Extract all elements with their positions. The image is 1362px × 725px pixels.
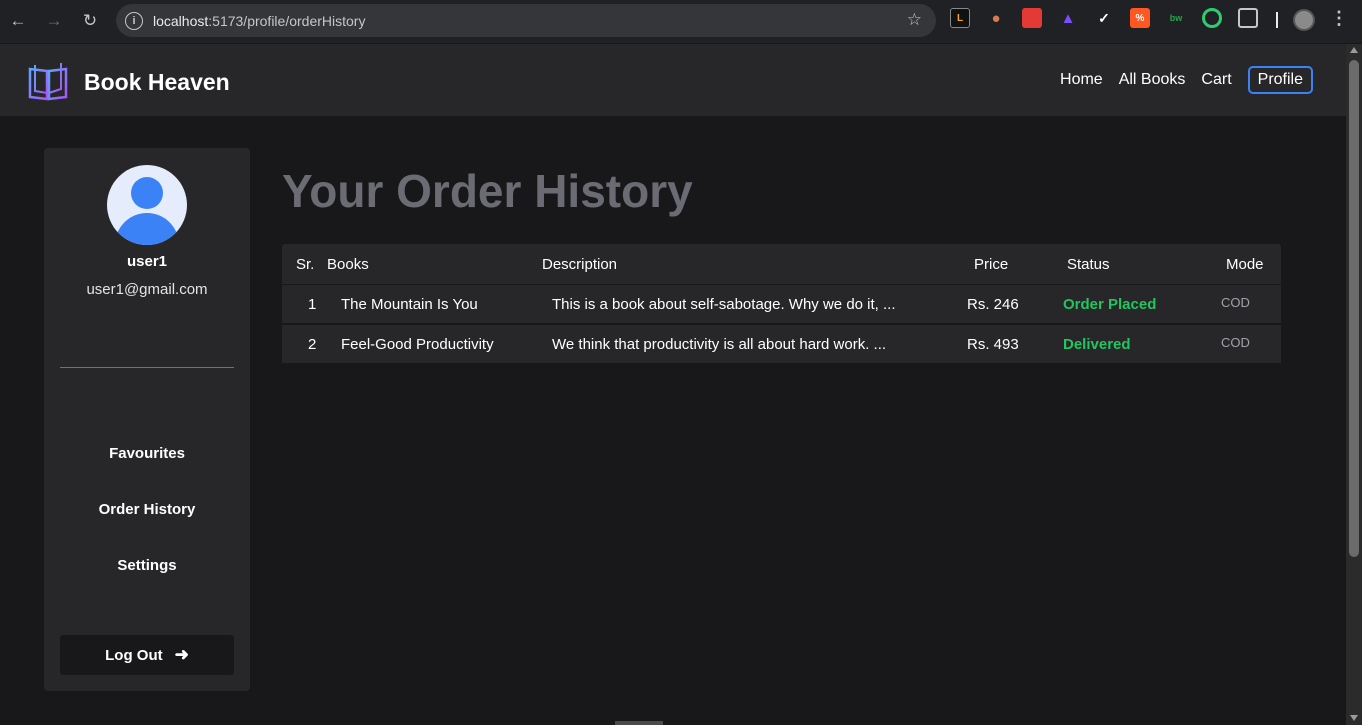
order-mode: COD xyxy=(1221,295,1250,310)
page-scrollbar[interactable] xyxy=(1346,44,1362,725)
app-header: Book Heaven Home All Books Cart Profile xyxy=(0,44,1346,116)
extension-icon[interactable]: % xyxy=(1130,8,1150,28)
column-header-status: Status xyxy=(1067,256,1110,273)
nav-home-link[interactable]: Home xyxy=(1060,71,1103,89)
profile-sidebar: user1 user1@gmail.com Favourites Order H… xyxy=(44,148,250,691)
nav-cart-link[interactable]: Cart xyxy=(1201,71,1231,89)
flame-extension-icon[interactable]: ▲ xyxy=(1058,8,1078,28)
table-row: 2 Feel-Good Productivity We think that p… xyxy=(282,325,1281,363)
avatar-head-shape xyxy=(131,177,163,209)
reload-icon[interactable]: ↻ xyxy=(72,3,108,39)
forward-icon[interactable]: → xyxy=(36,3,72,39)
url-text: localhost:5173/profile/orderHistory xyxy=(153,12,366,29)
cookie-extension-icon[interactable]: ● xyxy=(986,8,1006,28)
column-header-mode: Mode xyxy=(1226,256,1264,273)
extension-icon[interactable]: bw xyxy=(1166,8,1186,28)
orders-table-header: Sr. Books Description Price Status Mode xyxy=(282,244,1281,284)
sidebar-item-favourites[interactable]: Favourites xyxy=(44,445,250,462)
bookmark-star-icon[interactable]: ☆ xyxy=(907,10,922,30)
order-status: Order Placed xyxy=(1063,296,1157,313)
extensions-bar: L ● ▲ ✓ % bw xyxy=(950,8,1274,28)
top-nav: Home All Books Cart Profile xyxy=(1044,66,1313,94)
order-mode: COD xyxy=(1221,335,1250,350)
sidebar-divider xyxy=(60,367,234,368)
site-info-icon[interactable]: i xyxy=(125,11,143,30)
scroll-up-arrow-icon[interactable] xyxy=(1350,47,1358,53)
order-price: Rs. 246 xyxy=(967,296,1019,313)
browser-profile-avatar[interactable] xyxy=(1293,9,1315,31)
order-book-title[interactable]: Feel-Good Productivity xyxy=(341,336,494,353)
order-description: This is a book about self-sabotage. Why … xyxy=(552,296,896,313)
logout-arrow-icon: ➜ xyxy=(174,645,189,664)
username: user1 xyxy=(126,253,168,270)
book-logo-icon[interactable] xyxy=(27,61,69,101)
column-header-books: Books xyxy=(327,256,369,273)
user-avatar xyxy=(107,165,187,245)
page-title: Your Order History xyxy=(282,165,693,217)
column-header-description: Description xyxy=(542,256,618,273)
browser-menu-icon[interactable]: ⋮ xyxy=(1330,8,1348,29)
scrollbar-thumb[interactable] xyxy=(1349,60,1359,557)
extension-icon[interactable] xyxy=(1202,8,1222,28)
nav-all-books-link[interactable]: All Books xyxy=(1119,71,1186,89)
toolbar-separator xyxy=(1276,12,1278,28)
table-row: 1 The Mountain Is You This is a book abo… xyxy=(282,285,1281,323)
avatar-body-shape xyxy=(115,213,179,245)
column-header-price: Price xyxy=(974,256,1009,273)
puzzle-extensions-icon[interactable] xyxy=(1238,8,1258,28)
order-book-title[interactable]: The Mountain Is You xyxy=(341,296,478,313)
sidebar-item-order-history[interactable]: Order History xyxy=(44,501,250,518)
extension-icon[interactable]: L xyxy=(950,8,970,28)
user-email: user1@gmail.com xyxy=(86,281,208,298)
order-status: Delivered xyxy=(1063,336,1131,353)
back-icon[interactable]: ← xyxy=(0,3,36,39)
column-header-sr: Sr. xyxy=(296,256,315,273)
sidebar-item-settings[interactable]: Settings xyxy=(44,557,250,574)
nav-profile-button[interactable]: Profile xyxy=(1247,66,1313,94)
order-sr: 1 xyxy=(308,296,317,313)
order-price: Rs. 493 xyxy=(967,336,1019,353)
browser-toolbar: ← → ↻ i localhost:5173/profile/orderHist… xyxy=(0,0,1362,43)
order-sr: 2 xyxy=(308,336,317,353)
brand-name[interactable]: Book Heaven xyxy=(84,69,230,96)
logout-button[interactable]: Log Out ➜ xyxy=(60,635,234,675)
address-bar[interactable]: i localhost:5173/profile/orderHistory ☆ xyxy=(116,4,936,37)
eyedropper-extension-icon[interactable]: ✓ xyxy=(1094,8,1114,28)
order-description: We think that productivity is all about … xyxy=(552,336,887,353)
extension-icon[interactable] xyxy=(1022,8,1042,28)
scroll-down-arrow-icon[interactable] xyxy=(1350,715,1358,721)
logout-label: Log Out xyxy=(105,646,163,664)
horizontal-scroll-indicator xyxy=(615,721,663,725)
